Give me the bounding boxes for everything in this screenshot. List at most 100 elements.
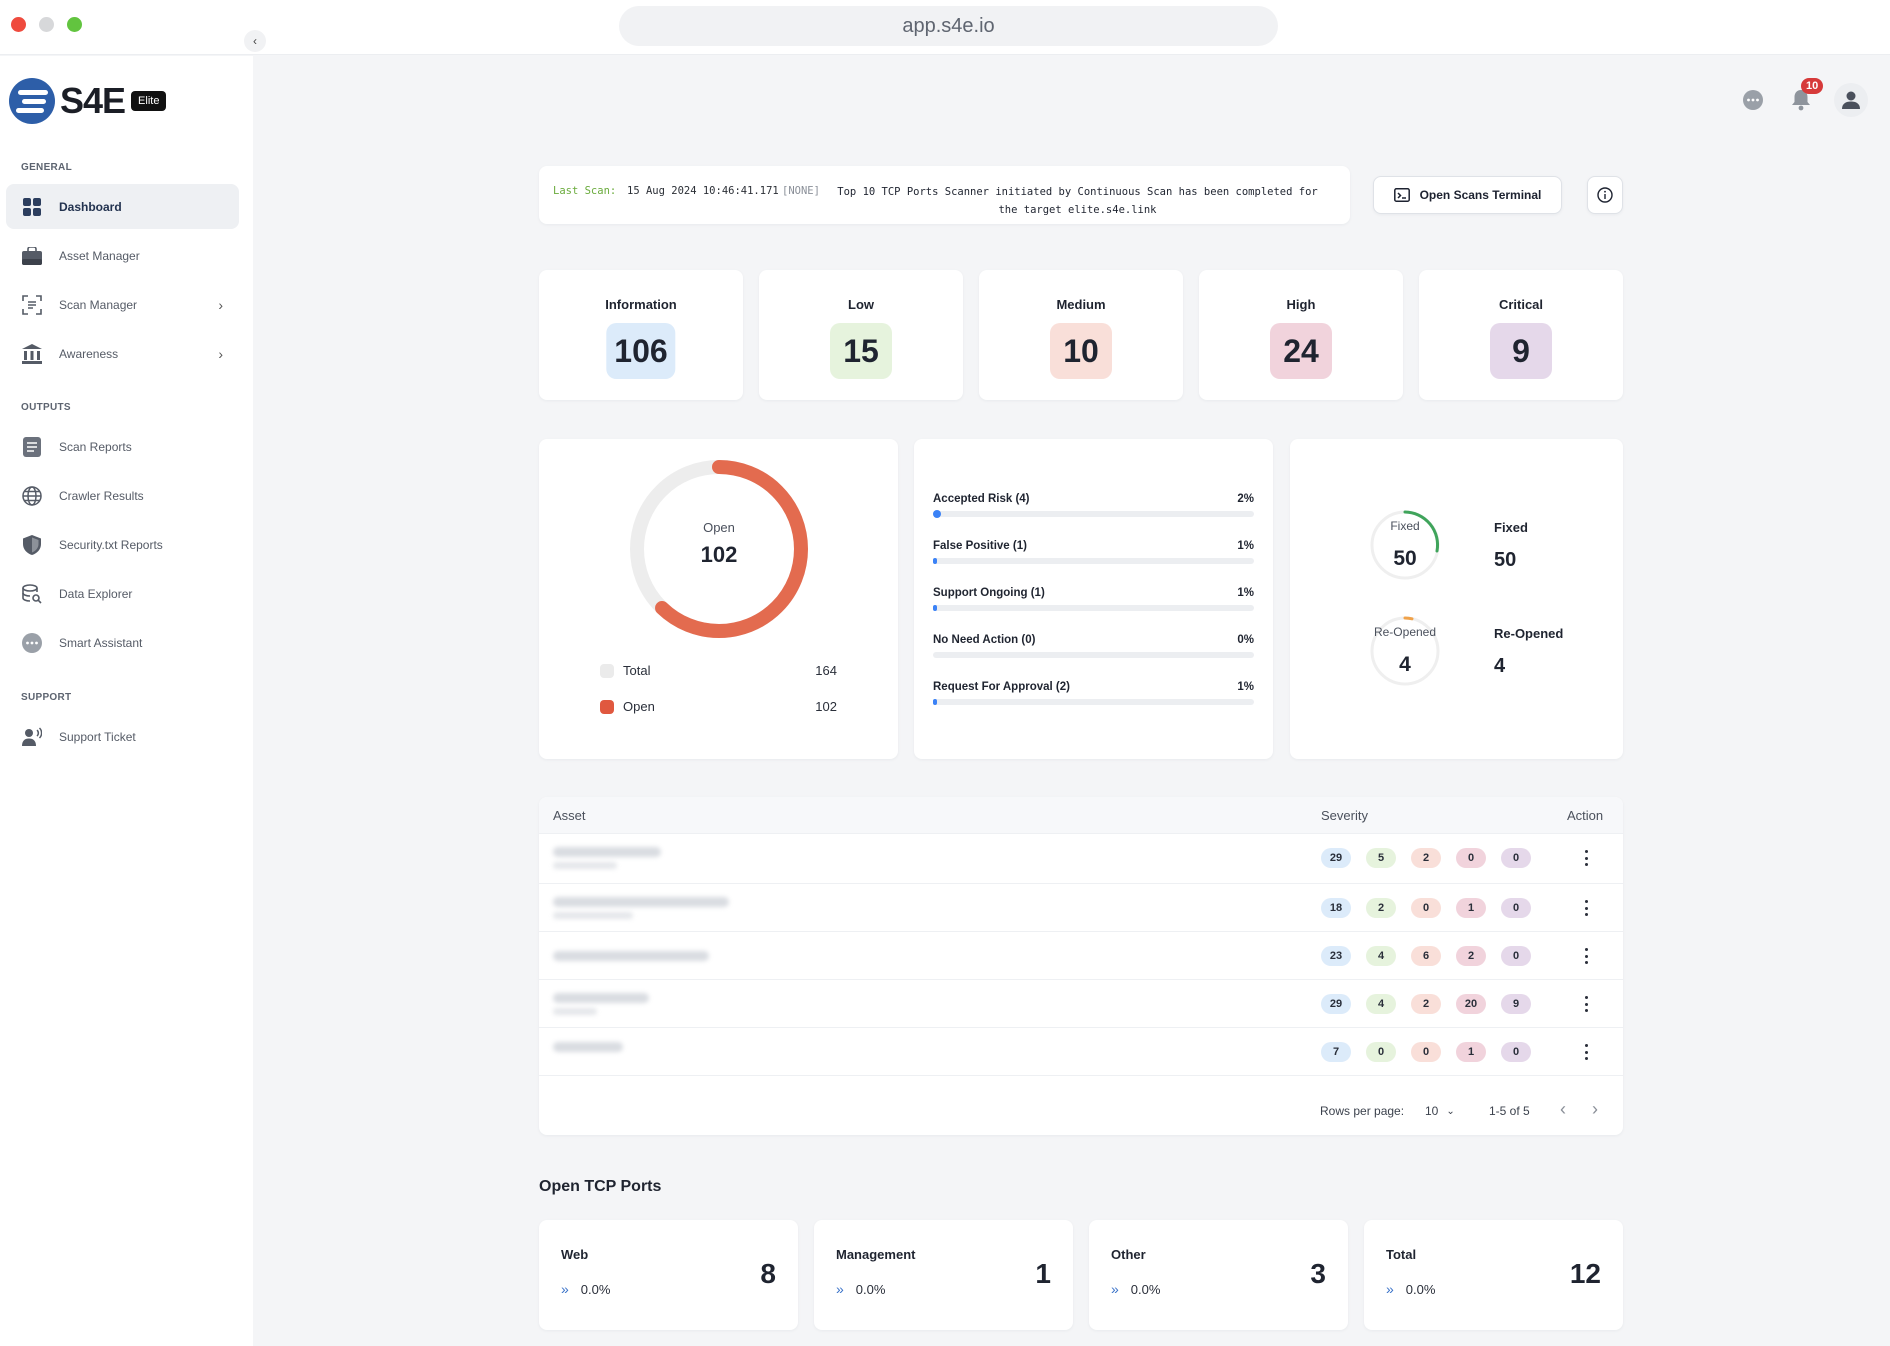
legend-value: 102	[815, 699, 837, 714]
status-progress-bar	[933, 558, 1254, 564]
legend-swatch	[600, 663, 614, 678]
severity-count: 15	[830, 323, 892, 379]
status-progress-fill	[933, 699, 937, 705]
status-accepted-risk[interactable]: Accepted Risk (4) 2%	[933, 493, 1254, 518]
more-actions-icon[interactable]	[1576, 945, 1596, 967]
more-actions-icon[interactable]	[1576, 1041, 1596, 1063]
double-chevron-right-icon: »	[836, 1281, 844, 1297]
open-scans-terminal-button[interactable]: Open Scans Terminal	[1373, 176, 1562, 214]
brand-name: S4E	[60, 80, 126, 121]
legend-label: Total	[623, 663, 651, 678]
messages-button[interactable]	[1739, 86, 1767, 114]
sidebar-item-support-ticket[interactable]: Support Ticket	[6, 714, 239, 759]
status-progress-fill	[933, 510, 941, 518]
port-card-total[interactable]: Total » 0.0% 12	[1364, 1220, 1623, 1330]
column-severity[interactable]: Severity	[1321, 808, 1368, 823]
severity-pill-medium: 0	[1411, 1042, 1441, 1062]
sidebar-section-general: GENERAL	[21, 162, 72, 173]
status-no-need-action[interactable]: No Need Action (0) 0%	[933, 634, 1254, 658]
brand-logo[interactable]: S4E Elite	[9, 78, 167, 124]
sidebar-item-label: Awareness	[59, 346, 119, 361]
sidebar-item-security-txt-reports[interactable]: Security.txt Reports	[6, 522, 239, 567]
table-row[interactable]: 29 5 2 0 0	[539, 833, 1623, 881]
status-percent: 1%	[1237, 540, 1254, 552]
sidebar-item-label: Dashboard	[59, 199, 122, 214]
database-search-icon	[22, 583, 42, 604]
notification-count-badge: 10	[1801, 78, 1824, 94]
close-window-button[interactable]	[11, 17, 26, 32]
rows-per-page-label: Rows per page:	[1320, 1104, 1405, 1118]
severity-card-low[interactable]: Low 15	[759, 270, 963, 400]
severity-card-critical[interactable]: Critical 9	[1419, 270, 1623, 400]
legend-total: Total 164	[600, 663, 837, 678]
table-row[interactable]: 18 2 0 1 0	[539, 883, 1623, 931]
legend-swatch	[600, 699, 614, 714]
asset-subtitle-redacted	[553, 912, 633, 919]
sidebar-item-dashboard[interactable]: Dashboard	[6, 184, 239, 229]
sidebar-item-scan-manager[interactable]: Scan Manager ›	[6, 282, 239, 327]
info-button[interactable]	[1587, 176, 1623, 214]
port-card-other[interactable]: Other » 0.0% 3	[1089, 1220, 1348, 1330]
open-tcp-ports-title: Open TCP Ports	[539, 1178, 662, 1195]
chevron-left-icon: ‹	[253, 34, 257, 48]
table-row[interactable]: 7 0 0 1 0	[539, 1027, 1623, 1075]
severity-pill-critical: 0	[1501, 898, 1531, 918]
severity-pill-medium: 2	[1411, 848, 1441, 868]
table-row[interactable]: 29 4 2 20 9	[539, 979, 1623, 1027]
port-card-percent: 0.0%	[855, 1281, 886, 1297]
status-label: Request For Approval (2)	[933, 681, 1070, 693]
severity-card-information[interactable]: Information 106	[539, 270, 743, 400]
status-false-positive[interactable]: False Positive (1) 1%	[933, 540, 1254, 564]
severity-pill-critical: 9	[1501, 994, 1531, 1014]
sidebar-item-smart-assistant[interactable]: Smart Assistant	[6, 620, 239, 665]
sidebar-item-asset-manager[interactable]: Asset Manager	[6, 233, 239, 278]
table-header: Asset Severity Action	[539, 797, 1623, 833]
collapse-sidebar-button[interactable]: ‹	[244, 30, 266, 52]
chat-icon	[22, 632, 42, 653]
more-actions-icon[interactable]	[1576, 993, 1596, 1015]
severity-pill-medium: 2	[1411, 994, 1441, 1014]
port-card-change: » 0.0%	[1111, 1281, 1160, 1297]
severity-label: Critical	[1498, 297, 1544, 312]
status-progress-bar	[933, 605, 1254, 611]
user-avatar-button[interactable]	[1834, 83, 1868, 117]
legend-value: 164	[815, 663, 837, 678]
sidebar-item-crawler-results[interactable]: Crawler Results	[6, 473, 239, 518]
minimize-window-button[interactable]	[39, 17, 54, 32]
port-card-value: 3	[1310, 1258, 1326, 1289]
table-row[interactable]: 23 4 6 2 0	[539, 931, 1623, 979]
severity-count: 10	[1050, 323, 1112, 379]
severity-pill-medium: 0	[1411, 898, 1441, 918]
more-actions-icon[interactable]	[1576, 897, 1596, 919]
next-page-button[interactable]: ›	[1592, 1099, 1598, 1120]
rows-per-page-select[interactable]: 10 ⌄	[1425, 1104, 1455, 1118]
sidebar-item-label: Data Explorer	[59, 586, 133, 601]
more-actions-icon[interactable]	[1576, 847, 1596, 869]
port-card-label: Other	[1111, 1247, 1146, 1262]
severity-pill-information: 7	[1321, 1042, 1351, 1062]
reopened-ring-value: 4	[1399, 653, 1411, 676]
chevron-down-icon: ⌄	[1446, 1105, 1455, 1117]
sidebar-item-data-explorer[interactable]: Data Explorer	[6, 571, 239, 616]
port-card-percent: 0.0%	[1130, 1281, 1161, 1297]
status-percent: 0%	[1237, 634, 1254, 646]
sidebar-item-scan-reports[interactable]: Scan Reports	[6, 424, 239, 469]
port-card-web[interactable]: Web » 0.0% 8	[539, 1220, 798, 1330]
last-scan-tag: [NONE]	[782, 185, 820, 197]
severity-pill-low: 5	[1366, 848, 1396, 868]
sidebar-item-label: Scan Reports	[59, 439, 132, 454]
last-scan-message: Top 10 TCP Ports Scanner initiated by Co…	[837, 186, 1318, 216]
severity-card-high[interactable]: High 24	[1199, 270, 1403, 400]
maximize-window-button[interactable]	[67, 17, 82, 32]
reopened-ring-label: Re-Opened	[1373, 625, 1437, 639]
severity-pill-high: 1	[1456, 898, 1486, 918]
sidebar-item-awareness[interactable]: Awareness ›	[6, 331, 239, 376]
severity-card-medium[interactable]: Medium 10	[979, 270, 1183, 400]
donut-center-label: Open	[703, 520, 735, 535]
previous-page-button[interactable]: ‹	[1560, 1099, 1566, 1120]
column-asset[interactable]: Asset	[553, 808, 586, 823]
address-bar[interactable]: app.s4e.io	[619, 6, 1278, 46]
port-card-management[interactable]: Management » 0.0% 1	[814, 1220, 1073, 1330]
status-support-ongoing[interactable]: Support Ongoing (1) 1%	[933, 587, 1254, 611]
status-request-for-approval[interactable]: Request For Approval (2) 1%	[933, 681, 1254, 705]
